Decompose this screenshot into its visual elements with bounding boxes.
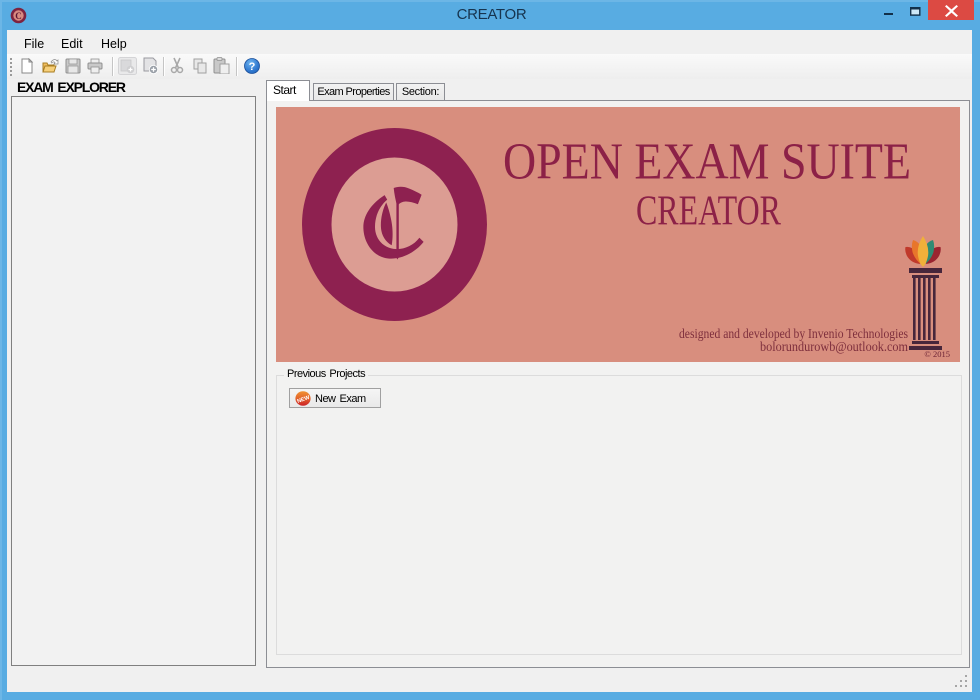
svg-text:OPEN EXAM SUITE: OPEN EXAM SUITE — [503, 134, 911, 191]
svg-text:© 2015: © 2015 — [924, 349, 950, 359]
svg-text:CREATOR: CREATOR — [636, 189, 781, 235]
svg-text:bolorundurowb@outlook.com: bolorundurowb@outlook.com — [760, 340, 908, 355]
svg-text:?: ? — [249, 61, 256, 73]
